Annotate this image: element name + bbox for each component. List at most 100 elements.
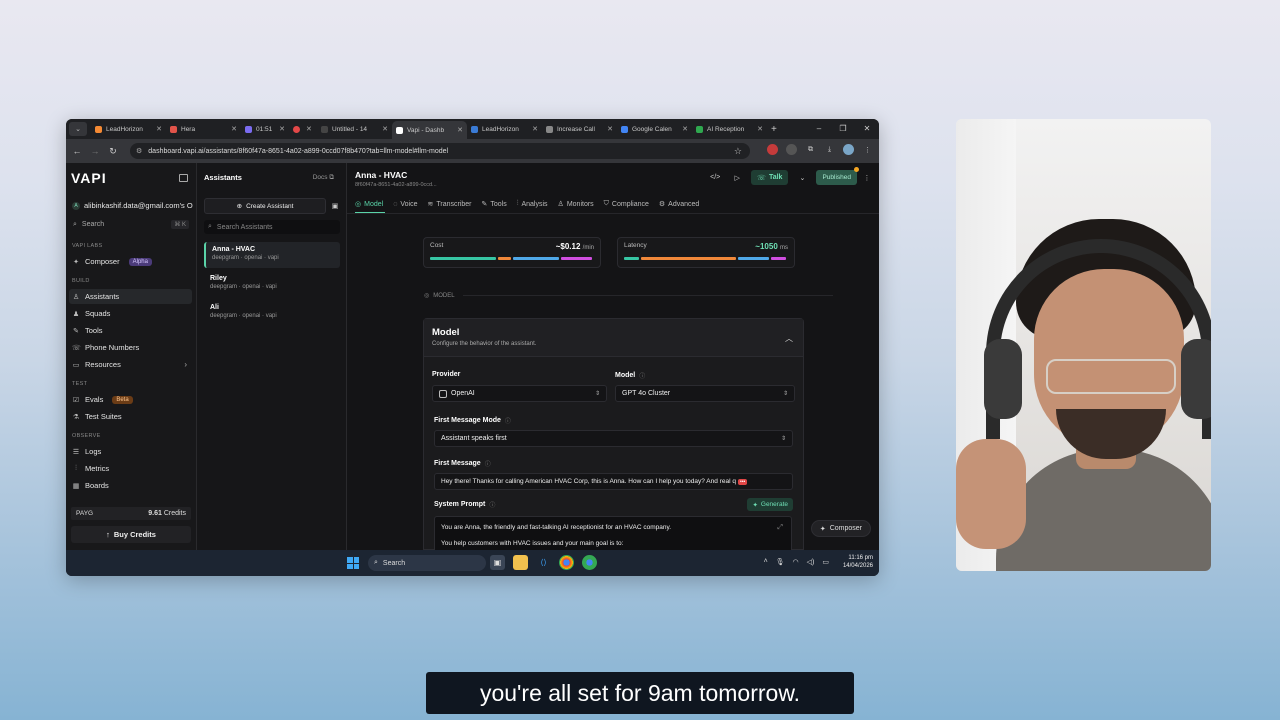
tab-tools[interactable]: ✎ Tools: [482, 198, 507, 210]
profile-avatar[interactable]: [843, 144, 854, 155]
chevron-up-icon[interactable]: ︿: [785, 333, 793, 344]
tab-monitors[interactable]: ♙ Monitors: [558, 198, 594, 210]
chrome-icon[interactable]: [559, 555, 574, 570]
code-icon[interactable]: </>: [707, 170, 723, 185]
url-bar[interactable]: ⚙ dashboard.vapi.ai/assistants/8f60f47a-…: [130, 143, 750, 159]
sidebar-search[interactable]: ⌕ Search ⌘ K: [71, 218, 191, 231]
new-folder-icon[interactable]: ▣: [328, 198, 342, 214]
close-icon[interactable]: ✕: [607, 125, 613, 133]
close-icon[interactable]: ✕: [306, 125, 312, 133]
clock[interactable]: 11:16 pm 14/04/2026: [843, 554, 873, 570]
browser-tab-active[interactable]: Vapi - Dashb ✕: [392, 121, 467, 139]
assistant-id[interactable]: 8f60f47a-8651-4a02-a899-0ccd...: [355, 182, 437, 188]
close-icon[interactable]: ✕: [231, 125, 237, 133]
expand-icon[interactable]: ⤢: [777, 522, 783, 533]
extension-icon[interactable]: [767, 144, 778, 155]
sidebar-item-resources[interactable]: ▭ Resources ›: [69, 357, 192, 372]
browser-tab[interactable]: Untitled - 14 ✕: [317, 121, 392, 137]
close-icon[interactable]: ✕: [457, 126, 463, 134]
menu-kebab-icon[interactable]: ⋮: [862, 144, 873, 155]
close-icon[interactable]: ✕: [156, 125, 162, 133]
minimize-icon[interactable]: –: [807, 119, 831, 139]
tab-voice[interactable]: ◌ Voice: [393, 198, 417, 210]
maximize-icon[interactable]: ❐: [831, 119, 855, 139]
tab-model[interactable]: ◎ Model: [355, 198, 383, 210]
system-prompt-textarea[interactable]: You are Anna, the friendly and fast-talk…: [434, 516, 792, 551]
browser-tab[interactable]: LeadHorizon ✕: [467, 121, 542, 137]
model-select[interactable]: GPT 4o Cluster ⇕: [615, 385, 795, 402]
extension-icon[interactable]: [786, 144, 797, 155]
new-tab-button[interactable]: +: [771, 124, 777, 135]
info-icon[interactable]: ⓘ: [639, 371, 645, 380]
first-message-input[interactable]: Hey there! Thanks for calling American H…: [434, 473, 793, 490]
battery-icon[interactable]: ▭: [822, 558, 829, 566]
assistant-list-item[interactable]: Riley deepgram · openai · vapi: [204, 271, 340, 297]
assistant-list-item[interactable]: Anna - HVAC deepgram · openai · vapi: [204, 242, 340, 268]
close-icon[interactable]: ✕: [757, 125, 763, 133]
tab-search-button[interactable]: ⌄: [69, 122, 87, 136]
talk-button[interactable]: ☏ Talk: [751, 170, 789, 185]
info-icon[interactable]: ⓘ: [485, 459, 491, 468]
volume-icon[interactable]: ◁): [807, 558, 815, 566]
tab-analysis[interactable]: ⫶ Analysis: [517, 198, 548, 210]
sidebar-item-test-suites[interactable]: ⚗ Test Suites: [69, 409, 192, 424]
close-icon[interactable]: ✕: [532, 125, 538, 133]
buy-credits-button[interactable]: ↑ Buy Credits: [71, 526, 191, 543]
sidebar-item-logs[interactable]: ☰ Logs: [69, 444, 192, 459]
close-icon[interactable]: ✕: [279, 125, 285, 133]
tab-compliance[interactable]: ⛉ Compliance: [604, 198, 649, 210]
chevron-up-icon[interactable]: ˄: [764, 558, 768, 566]
search-assistants-input[interactable]: ⌕ Search Assistants: [204, 220, 340, 234]
browser-tab[interactable]: ✕: [289, 121, 317, 137]
wifi-icon[interactable]: ◠: [793, 558, 799, 566]
provider-select[interactable]: OpenAI ⇕: [432, 385, 607, 402]
sidebar-item-composer[interactable]: ✦ Composer Alpha: [69, 254, 192, 269]
sidebar-item-phone-numbers[interactable]: ☏ Phone Numbers: [69, 340, 192, 355]
browser-tab[interactable]: Google Calen ✕: [617, 121, 692, 137]
account-switcher[interactable]: A alibinkashif.data@gmail.com's O: [72, 201, 194, 210]
site-info-icon[interactable]: ⚙: [136, 147, 142, 155]
microphone-icon[interactable]: 🎙: [776, 558, 785, 566]
browser-tab[interactable]: LeadHorizon ✕: [91, 121, 166, 137]
download-icon[interactable]: ⤓: [824, 144, 835, 155]
sidebar-item-assistants[interactable]: ♙ Assistants: [69, 289, 192, 304]
forward-icon[interactable]: →: [86, 146, 104, 156]
close-icon[interactable]: ✕: [382, 125, 388, 133]
model-card-header[interactable]: Model Configure the behavior of the assi…: [424, 319, 803, 357]
first-message-mode-select[interactable]: Assistant speaks first ⇕: [434, 430, 793, 447]
composer-button[interactable]: ✦ Composer: [810, 520, 871, 537]
task-view-icon[interactable]: ▣: [490, 555, 505, 570]
info-icon[interactable]: ⓘ: [505, 416, 511, 425]
close-icon[interactable]: ✕: [682, 125, 688, 133]
browser-tab[interactable]: Hera ✕: [166, 121, 241, 137]
taskbar-search[interactable]: ⌕ Search: [368, 555, 486, 571]
back-icon[interactable]: ←: [68, 146, 86, 156]
sidebar-item-tools[interactable]: ✎ Tools: [69, 323, 192, 338]
sidebar-item-squads[interactable]: ♟ Squads: [69, 306, 192, 321]
sidebar-item-evals[interactable]: ☑ Evals Beta: [69, 392, 192, 407]
file-explorer-icon[interactable]: [513, 555, 528, 570]
chevron-down-icon[interactable]: ⌄: [794, 170, 810, 185]
vapi-logo[interactable]: VAPI: [71, 170, 107, 186]
browser-tab[interactable]: Increase Call ✕: [542, 121, 617, 137]
sidebar-collapse-icon[interactable]: [179, 174, 188, 182]
browser-tab[interactable]: 01:51 ✕: [241, 121, 289, 137]
info-icon[interactable]: ⓘ: [489, 500, 495, 509]
close-window-icon[interactable]: ✕: [855, 119, 879, 139]
docs-link[interactable]: Docs ⧉: [313, 174, 334, 182]
tab-advanced[interactable]: ⚙ Advanced: [659, 198, 699, 210]
sidebar-item-metrics[interactable]: ⫶ Metrics: [69, 461, 192, 476]
vscode-icon[interactable]: ⟨⟩: [536, 555, 551, 570]
bookmark-star-icon[interactable]: ☆: [734, 146, 742, 157]
more-icon[interactable]: ⋮: [863, 170, 871, 185]
chrome-profile-icon[interactable]: [582, 555, 597, 570]
reload-icon[interactable]: ↻: [104, 146, 122, 157]
windows-start-icon[interactable]: [347, 557, 359, 569]
generate-button[interactable]: ✦ Generate: [747, 498, 793, 511]
tab-transcriber[interactable]: ≋ Transcriber: [427, 198, 471, 210]
browser-tab[interactable]: AI Reception ✕: [692, 121, 767, 137]
create-assistant-button[interactable]: ⊕ Create Assistant: [204, 198, 326, 214]
published-button[interactable]: Published: [816, 167, 859, 185]
play-icon[interactable]: ▷: [729, 170, 745, 185]
extensions-puzzle-icon[interactable]: ⧉: [805, 144, 816, 155]
